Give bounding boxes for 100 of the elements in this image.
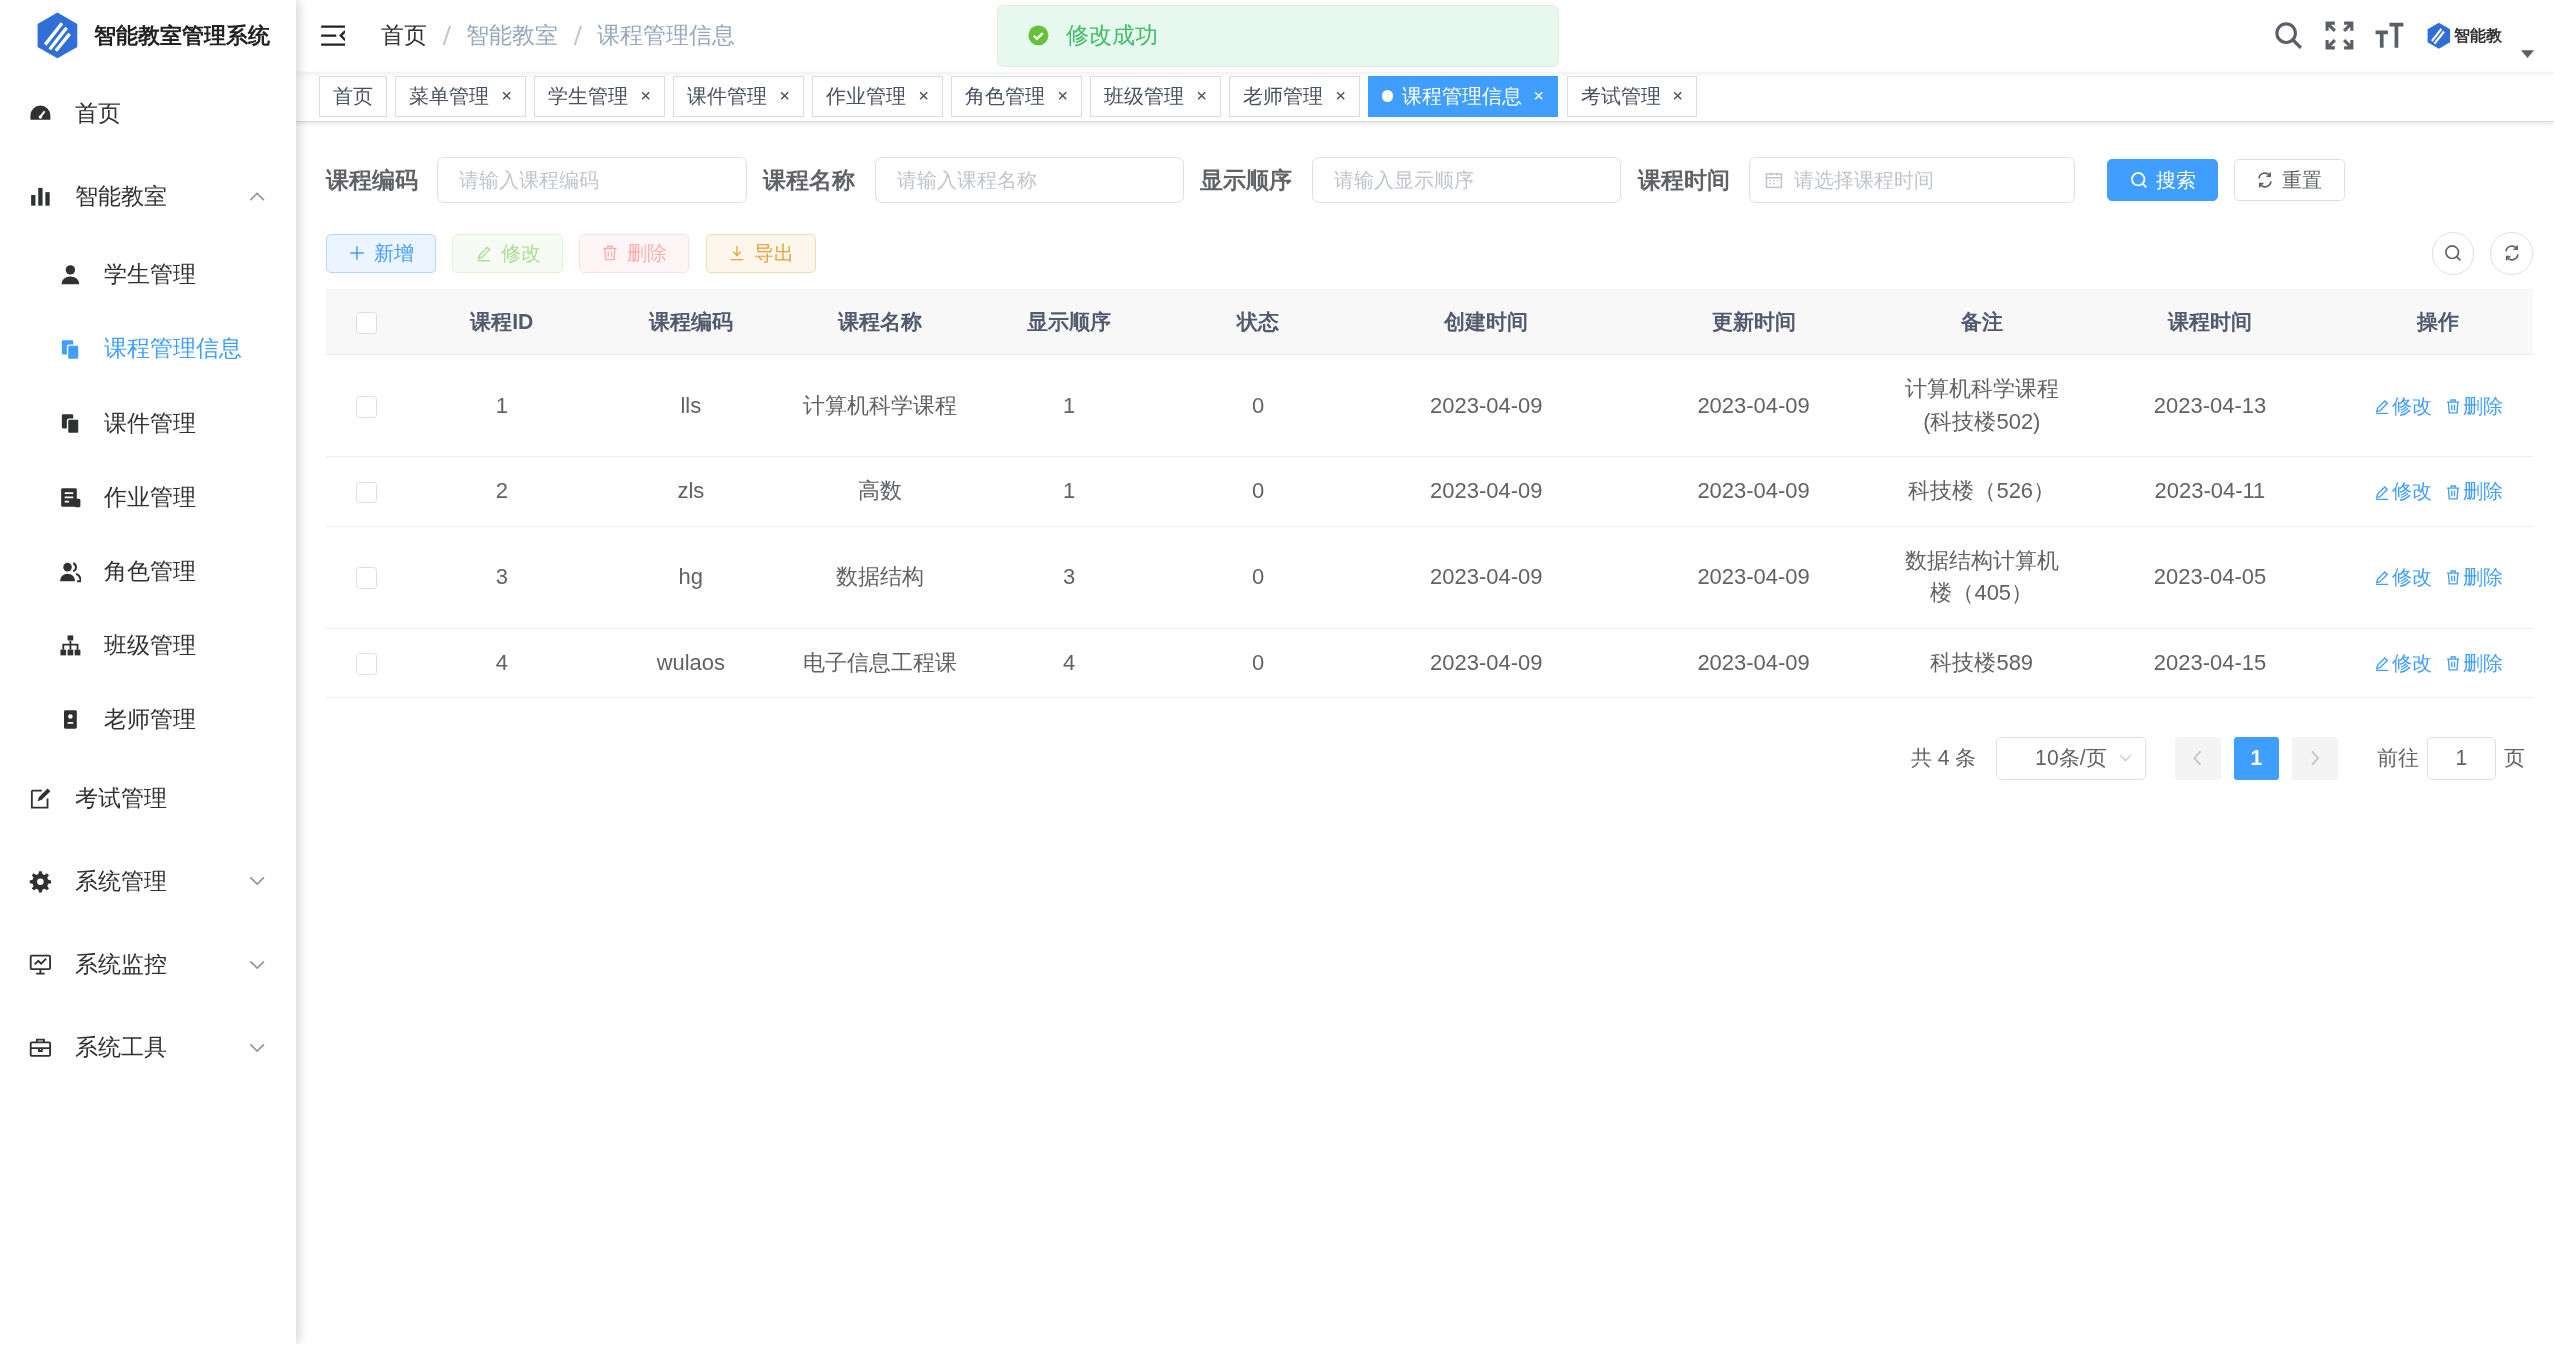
trash-icon: [2444, 569, 2461, 586]
table-cell: 科技楼589: [1887, 628, 2077, 698]
caret-icon[interactable]: [2521, 49, 2535, 58]
submenu-item[interactable]: 班级管理: [0, 608, 297, 683]
table-cell: 4: [407, 628, 597, 698]
table-cell: 2023-04-13: [2076, 354, 2344, 457]
menu-item[interactable]: 系统监控: [0, 922, 297, 1006]
breadcrumb-item: 课程管理信息: [597, 21, 736, 51]
close-icon[interactable]: [1056, 90, 1068, 102]
field-label: 课程时间: [1637, 165, 1730, 195]
table-cell: 2023-04-09: [1352, 628, 1620, 698]
table-cell: 数据结构: [785, 526, 975, 629]
table-cell: 2023-04-09: [1352, 354, 1620, 457]
input-field[interactable]: 请输入显示顺序: [1311, 157, 1622, 203]
table-cell: 1: [407, 354, 597, 457]
table-cell: 高数: [785, 456, 975, 527]
tab[interactable]: 首页: [319, 75, 388, 117]
form-icon: [58, 485, 82, 509]
checkbox[interactable]: [355, 653, 378, 675]
table-cell: 计算机科学课程: [785, 354, 975, 457]
table-cell: 电子信息工程课: [785, 628, 975, 698]
search-icon: [2444, 244, 2462, 263]
menu-icon[interactable]: [320, 25, 346, 47]
menu-item[interactable]: 智能教室: [0, 154, 297, 238]
submenu-item[interactable]: 角色管理: [0, 534, 297, 609]
table-cell: 3: [974, 526, 1164, 629]
tab[interactable]: 老师管理: [1229, 75, 1360, 117]
column-header: 课程编码: [596, 289, 786, 355]
tab[interactable]: 作业管理: [812, 75, 944, 117]
refresh-button[interactable]: [2490, 232, 2533, 275]
calendar-icon: [1765, 171, 1784, 190]
field-label: 显示顺序: [1200, 165, 1293, 195]
close-icon[interactable]: [639, 90, 652, 102]
hierarchy-icon: [58, 634, 82, 657]
table-cell: 2023-04-09: [1619, 456, 1888, 527]
tab[interactable]: 课件管理: [673, 75, 805, 117]
table-cell: 计算机科学课程(科技楼502): [1887, 354, 2077, 457]
check-circle-icon: [1027, 24, 1050, 48]
reset-button[interactable]: 重置: [2234, 158, 2345, 202]
close-icon[interactable]: [778, 90, 791, 102]
column-header: 更新时间: [1619, 289, 1888, 355]
close-icon[interactable]: [500, 90, 513, 102]
table-cell: 1: [974, 456, 1164, 527]
table-cell: 2023-04-05: [2076, 526, 2344, 629]
checkbox[interactable]: [355, 567, 378, 589]
chevron-left-icon: [2192, 750, 2204, 767]
table-cell: 2023-04-09: [1352, 456, 1620, 527]
close-icon[interactable]: [1671, 90, 1684, 102]
page-size-select[interactable]: 10条/页: [1995, 737, 2146, 780]
tab[interactable]: 角色管理: [951, 75, 1083, 117]
trash-icon: [2444, 397, 2461, 415]
pencil-icon: [2373, 397, 2391, 415]
table-cell: 科技楼（526）: [1887, 456, 2077, 527]
submenu-item[interactable]: 课件管理: [0, 386, 297, 461]
tab[interactable]: 考试管理: [1566, 75, 1698, 117]
trash-icon: [2444, 483, 2461, 500]
submenu-item[interactable]: 作业管理: [0, 460, 297, 535]
column-header: 课程名称: [785, 289, 975, 355]
date-field[interactable]: 请选择课程时间: [1749, 157, 2075, 203]
close-icon[interactable]: [1195, 90, 1207, 102]
page-input[interactable]: 1: [2427, 737, 2496, 780]
table-cell: 4: [974, 628, 1164, 698]
input-field[interactable]: 请输入课程编码: [437, 157, 747, 203]
edit-icon: [29, 786, 53, 810]
trash-icon: [2444, 654, 2461, 672]
submenu-item[interactable]: 学生管理: [0, 237, 297, 312]
checkbox[interactable]: [355, 481, 378, 504]
search-icon[interactable]: [2273, 20, 2305, 52]
table-cell: 0: [1163, 628, 1353, 698]
table-cell: 2023-04-09: [1352, 526, 1620, 629]
tab[interactable]: 班级管理: [1090, 75, 1221, 117]
table-cell: lls: [596, 354, 786, 457]
menu-item[interactable]: 首页: [0, 71, 297, 155]
table-cell: 3: [407, 526, 597, 629]
close-icon[interactable]: [917, 90, 930, 102]
menu-item[interactable]: 系统工具: [0, 1005, 297, 1089]
monitor-icon: [29, 952, 53, 976]
tab[interactable]: 菜单管理: [395, 75, 527, 117]
table-cell: 2023-04-11: [2076, 456, 2344, 527]
column-header: 课程时间: [2076, 289, 2344, 355]
refresh-icon: [2502, 244, 2521, 263]
fullscreen-icon[interactable]: [2323, 20, 2355, 52]
column-header: 课程ID: [407, 289, 597, 355]
app-title: 智能教室管理系统: [94, 21, 271, 50]
breadcrumb-separator: [441, 24, 452, 48]
close-icon[interactable]: [1334, 90, 1346, 102]
breadcrumb-item[interactable]: 首页: [381, 20, 428, 52]
table-cell: 0: [1163, 456, 1353, 527]
breadcrumb-separator: [572, 24, 583, 48]
column-header: 备注: [1887, 289, 2077, 355]
menu-item[interactable]: 考试管理: [0, 756, 297, 840]
chevron-icon: [2118, 753, 2132, 764]
input-field[interactable]: 请输入课程名称: [874, 157, 1185, 203]
submenu-item[interactable]: 老师管理: [0, 682, 297, 757]
menu-item[interactable]: 系统管理: [0, 839, 297, 923]
column-header: 操作: [2343, 289, 2533, 355]
checkbox[interactable]: [355, 396, 378, 418]
checkbox[interactable]: [355, 312, 378, 334]
tab[interactable]: 学生管理: [534, 75, 666, 117]
table-cell: wulaos: [596, 628, 786, 698]
